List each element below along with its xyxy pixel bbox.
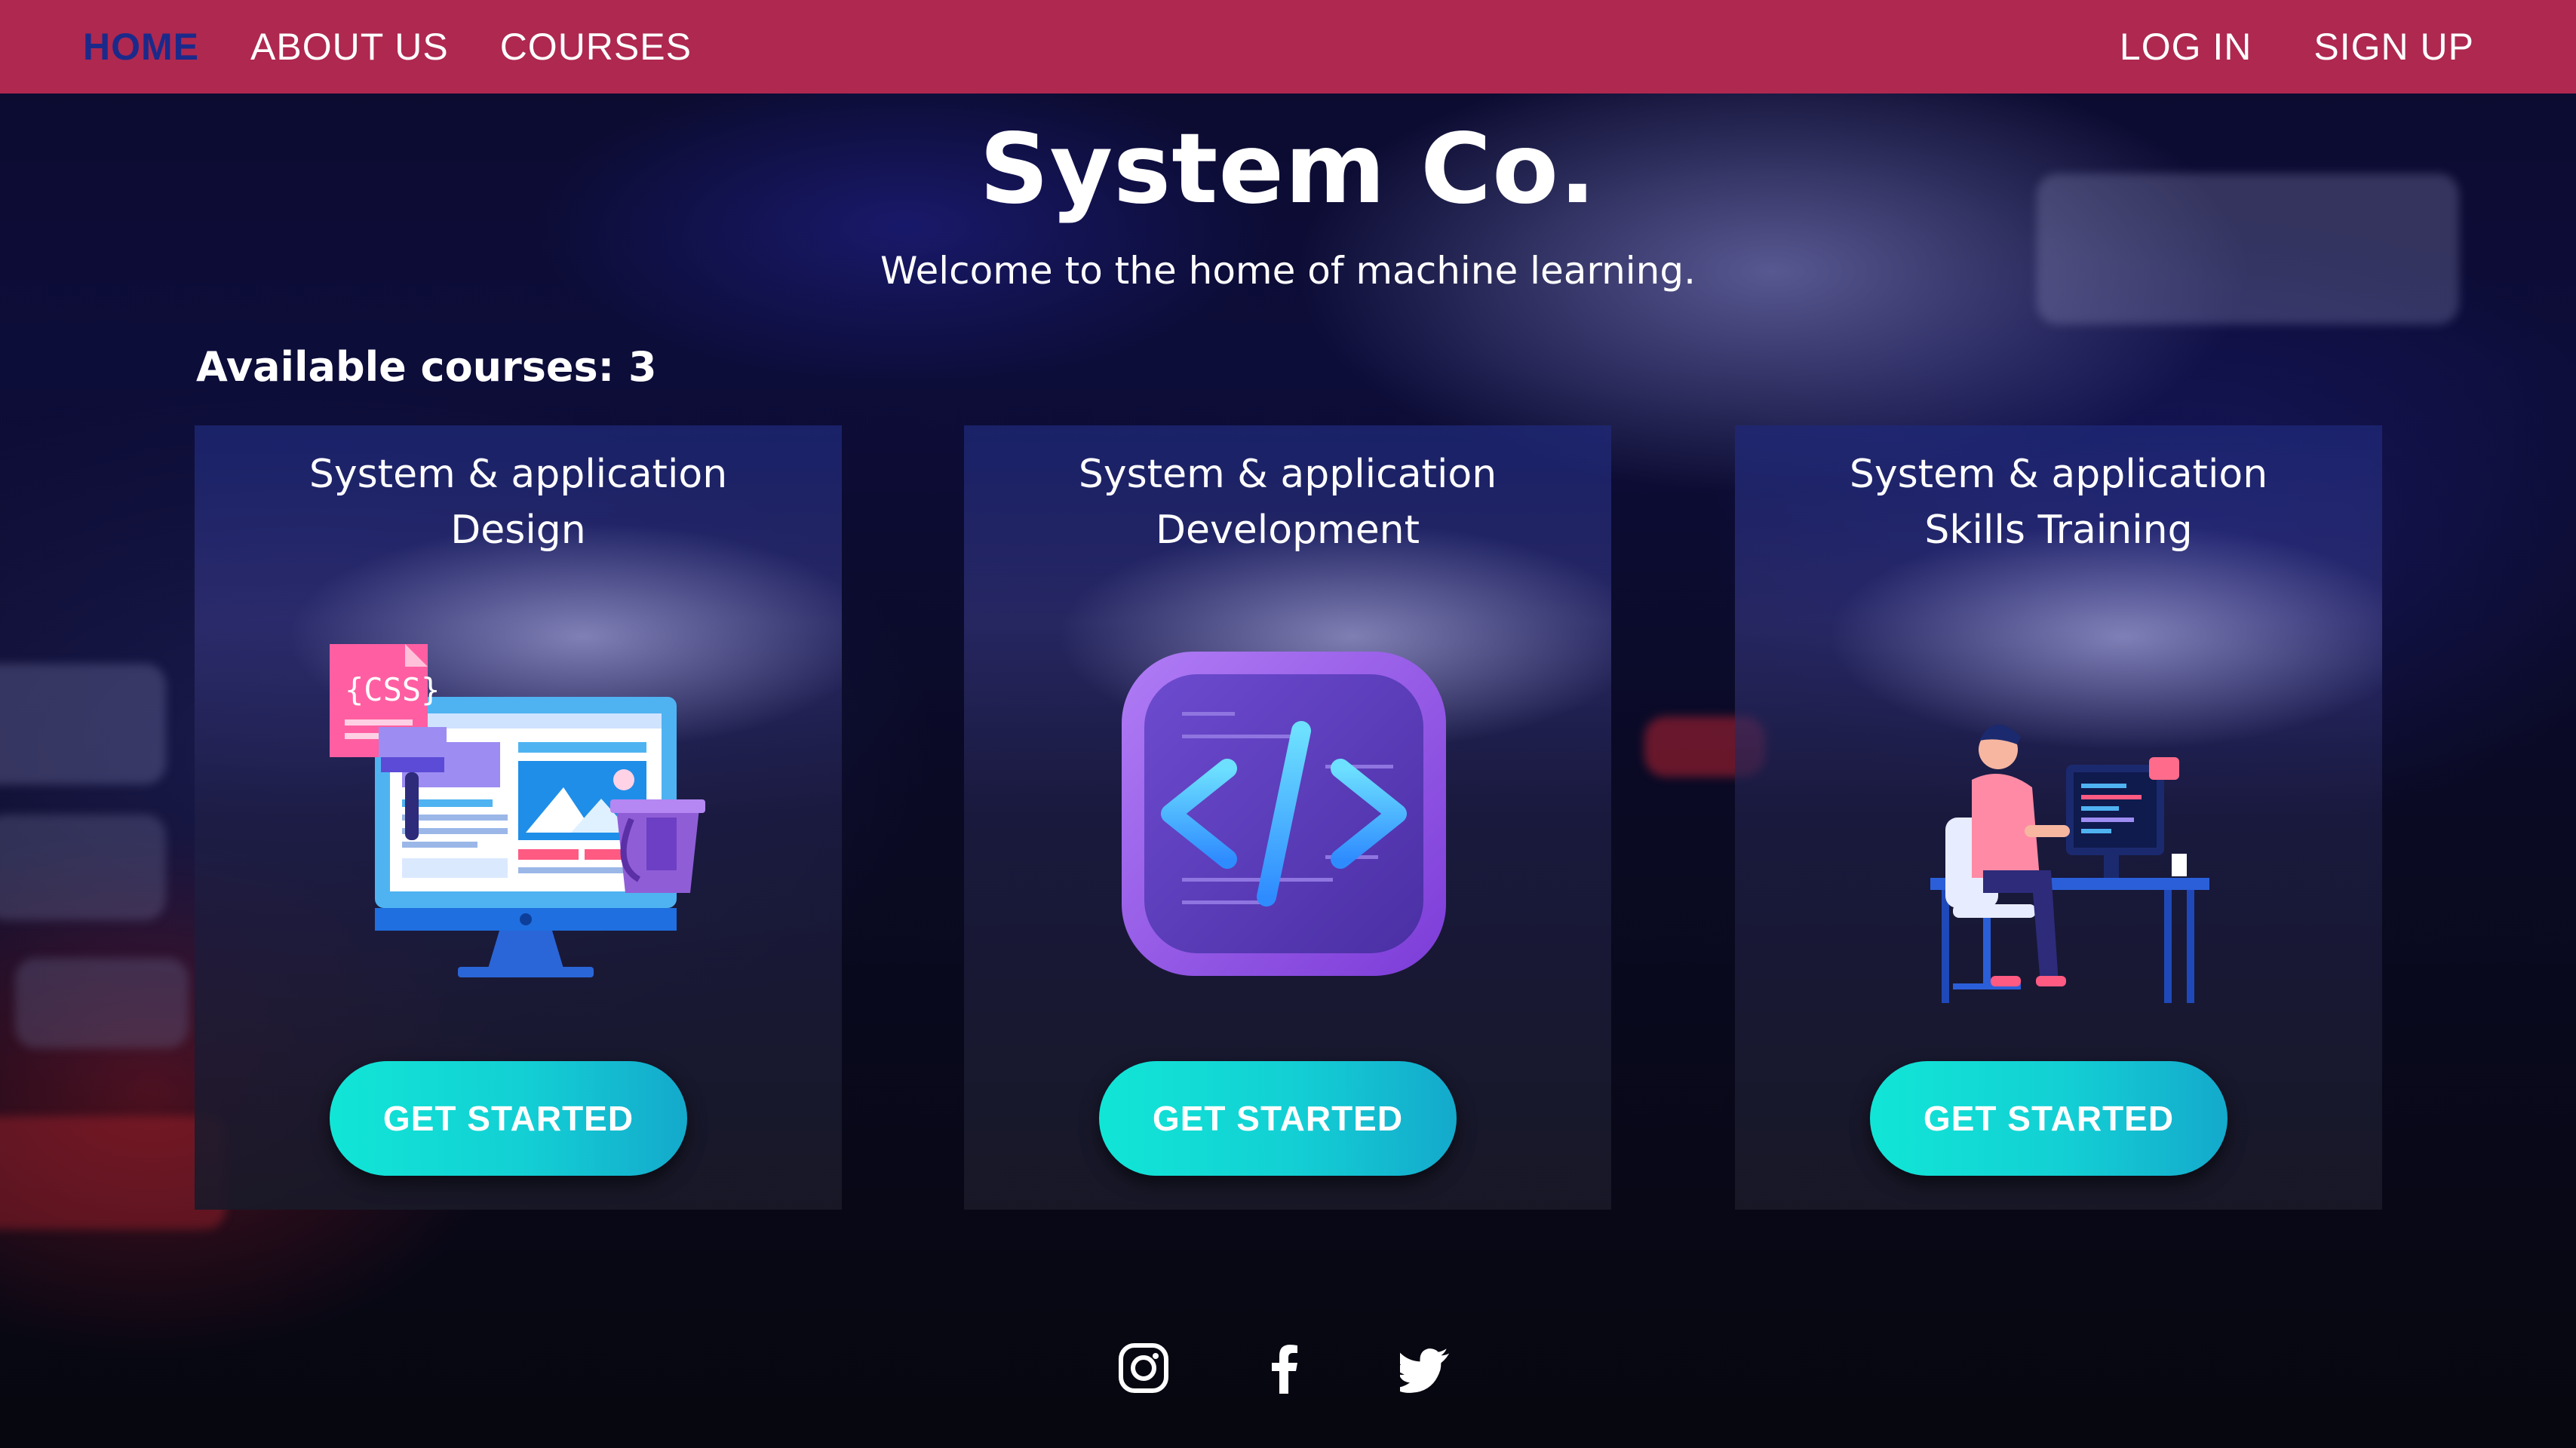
get-started-skills-training-button[interactable]: GET STARTED	[1870, 1061, 2228, 1176]
available-courses-count: Available courses: 3	[196, 343, 657, 391]
person-at-computer-icon	[1930, 724, 2209, 1003]
instagram-icon[interactable]	[1116, 1341, 1171, 1395]
course-title-line2: Skills Training	[1924, 508, 2193, 553]
svg-text:{CSS}: {CSS}	[345, 671, 440, 708]
course-title-line1: System & application	[1849, 452, 2268, 497]
course-card-title: System & application Design	[195, 446, 842, 558]
social-links	[1116, 1341, 1463, 1395]
nav-about-us[interactable]: ABOUT US	[250, 25, 449, 69]
background-key-decoration	[0, 1116, 226, 1229]
top-navigation-bar: HOME ABOUT US COURSES LOG IN SIGN UP	[0, 0, 2576, 94]
login-link[interactable]: LOG IN	[2120, 25, 2252, 69]
course-card-skills-training: System & application Skills Training GET…	[1735, 425, 2382, 1210]
web-design-monitor-icon: {CSS}	[330, 644, 705, 977]
background-key-decoration	[15, 958, 189, 1048]
course-title-line1: System & application	[1078, 452, 1497, 497]
course-title-line1: System & application	[309, 452, 728, 497]
get-started-development-button[interactable]: GET STARTED	[1099, 1061, 1457, 1176]
course-card-design: System & application Design {CSS} GET ST…	[195, 425, 842, 1210]
site-tagline: Welcome to the home of machine learning.	[880, 249, 1696, 293]
get-started-design-button[interactable]: GET STARTED	[330, 1061, 687, 1176]
course-title-line2: Development	[1155, 508, 1420, 553]
nav-courses[interactable]: COURSES	[500, 25, 692, 69]
background-key-decoration	[0, 664, 166, 784]
nav-home[interactable]: HOME	[83, 25, 199, 69]
facebook-icon[interactable]	[1258, 1341, 1313, 1395]
course-card-development: System & application Development GET STA…	[964, 425, 1611, 1210]
site-title: System Co.	[979, 113, 1597, 225]
primary-nav: HOME ABOUT US COURSES	[83, 0, 692, 94]
signup-link[interactable]: SIGN UP	[2313, 25, 2474, 69]
course-card-title: System & application Skills Training	[1735, 446, 2382, 558]
twitter-icon[interactable]	[1400, 1341, 1454, 1395]
code-brackets-icon	[1122, 652, 1446, 976]
course-title-line2: Design	[450, 508, 586, 553]
background-key-decoration	[0, 814, 166, 920]
course-card-title: System & application Development	[964, 446, 1611, 558]
account-nav: LOG IN SIGN UP	[2120, 0, 2474, 94]
